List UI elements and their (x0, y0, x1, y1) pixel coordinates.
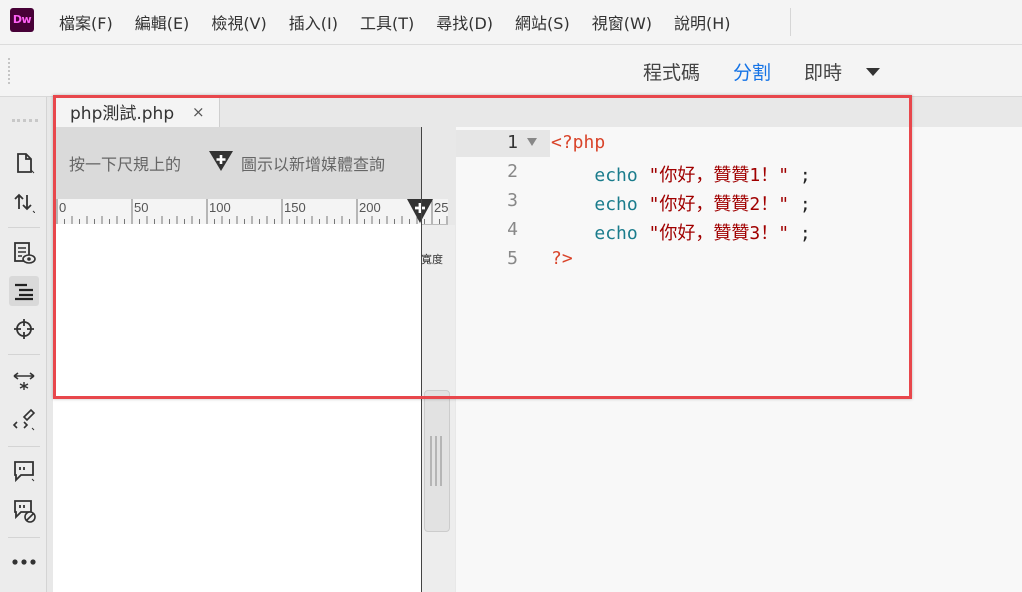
line-number: 4 (507, 219, 518, 240)
code-token: "你好，贊贊3！" (648, 223, 790, 244)
live-view-button[interactable]: 即時 (804, 58, 842, 85)
code-text: <?php (551, 132, 605, 153)
code-token: echo (594, 165, 638, 186)
menu-help[interactable]: 說明(H) (663, 10, 742, 34)
menu-window[interactable]: 視窗(W) (581, 10, 663, 34)
tool-divider (8, 537, 40, 538)
document-tab-title[interactable]: php測試.php (70, 99, 174, 124)
code-text: echo "你好，贊贊3！" ; (551, 219, 811, 245)
live-view-canvas[interactable] (53, 224, 421, 592)
menu-tools[interactable]: 工具(T) (349, 10, 425, 34)
line-number: 2 (507, 161, 518, 182)
code-line-row[interactable]: 1 <?php (456, 129, 1022, 158)
split-view-button[interactable]: 分割 (733, 58, 771, 85)
code-token: ; (789, 223, 811, 244)
code-line-row[interactable]: 4 echo "你好，贊贊3！" ; (456, 216, 1022, 245)
menu-site[interactable]: 網站(S) (504, 10, 581, 34)
remove-comment-icon[interactable] (9, 496, 39, 526)
dreamweaver-logo: Dw (10, 8, 34, 32)
expand-arrows-icon[interactable] (9, 366, 39, 396)
media-query-hint-text-end: 圖示以新增媒體查詢 (241, 155, 386, 174)
crosshair-icon[interactable] (9, 314, 39, 344)
code-line-row[interactable]: 3 echo "你好，贊贊2！" ; (456, 187, 1022, 216)
code-token: "你好，贊贊2！" (648, 194, 790, 215)
code-token: echo (594, 223, 638, 244)
tool-divider (8, 227, 40, 228)
width-label: 寬度 (421, 253, 443, 266)
close-tab-icon[interactable]: × (192, 103, 205, 121)
menu-edit[interactable]: 編輯(E) (124, 10, 201, 34)
add-media-query-button[interactable] (406, 198, 434, 224)
line-number: 3 (507, 190, 518, 211)
preview-eye-icon[interactable] (9, 238, 39, 268)
code-token: ; (789, 165, 811, 186)
ruler-label: 100 (209, 200, 231, 215)
main-menu: 檔案(F) 編輯(E) 檢視(V) 插入(I) 工具(T) 尋找(D) 網站(S… (48, 0, 742, 44)
new-file-icon[interactable] (9, 148, 39, 178)
code-brush-icon[interactable] (9, 405, 39, 435)
code-token: "你好，贊贊1！" (648, 165, 790, 186)
code-token: ; (789, 194, 811, 215)
code-token: <?php (551, 132, 606, 153)
ruler-label: 50 (134, 200, 148, 215)
caret-down-icon[interactable] (866, 68, 880, 76)
ruler-scale: 0 50 100 150 200 25 (56, 199, 448, 224)
menu-divider (790, 8, 791, 36)
menu-file[interactable]: 檔案(F) (48, 10, 124, 34)
code-view-button[interactable]: 程式碼 (643, 58, 700, 85)
menu-find[interactable]: 尋找(D) (425, 10, 504, 34)
code-format-icon[interactable] (9, 276, 39, 306)
ruler-label: 150 (284, 200, 306, 215)
code-text: ?> (551, 248, 573, 269)
line-number: 1 (507, 132, 518, 153)
ruler-label: 200 (359, 200, 381, 215)
sort-icon[interactable] (9, 187, 39, 217)
ruler[interactable]: 0 50 100 150 200 25 (53, 199, 448, 225)
menu-view[interactable]: 檢視(V) (200, 10, 277, 34)
comment-icon[interactable] (9, 456, 39, 486)
code-token: ?> (551, 248, 573, 269)
code-text: echo "你好，贊贊1！" ; (551, 161, 811, 187)
line-number: 5 (507, 248, 518, 269)
tool-panel-grip[interactable] (12, 119, 38, 125)
media-query-hint-text: 按一下尺規上的 (69, 155, 182, 174)
tool-divider (8, 354, 40, 355)
code-line-row[interactable]: 5 ?> (456, 245, 1022, 274)
add-media-query-icon (208, 150, 234, 172)
code-token: echo (594, 194, 638, 215)
ruler-label: 0 (59, 200, 66, 215)
more-icon[interactable] (9, 547, 39, 577)
menu-insert[interactable]: 插入(I) (278, 10, 349, 34)
code-line-row[interactable]: 2 echo "你好，贊贊1！" ; (456, 158, 1022, 187)
toolbar-grip[interactable] (8, 58, 12, 84)
ruler-label: 25 (434, 200, 448, 215)
resize-grip-line (435, 436, 437, 486)
code-text: echo "你好，贊贊2！" ; (551, 190, 811, 216)
tool-divider (8, 446, 40, 447)
